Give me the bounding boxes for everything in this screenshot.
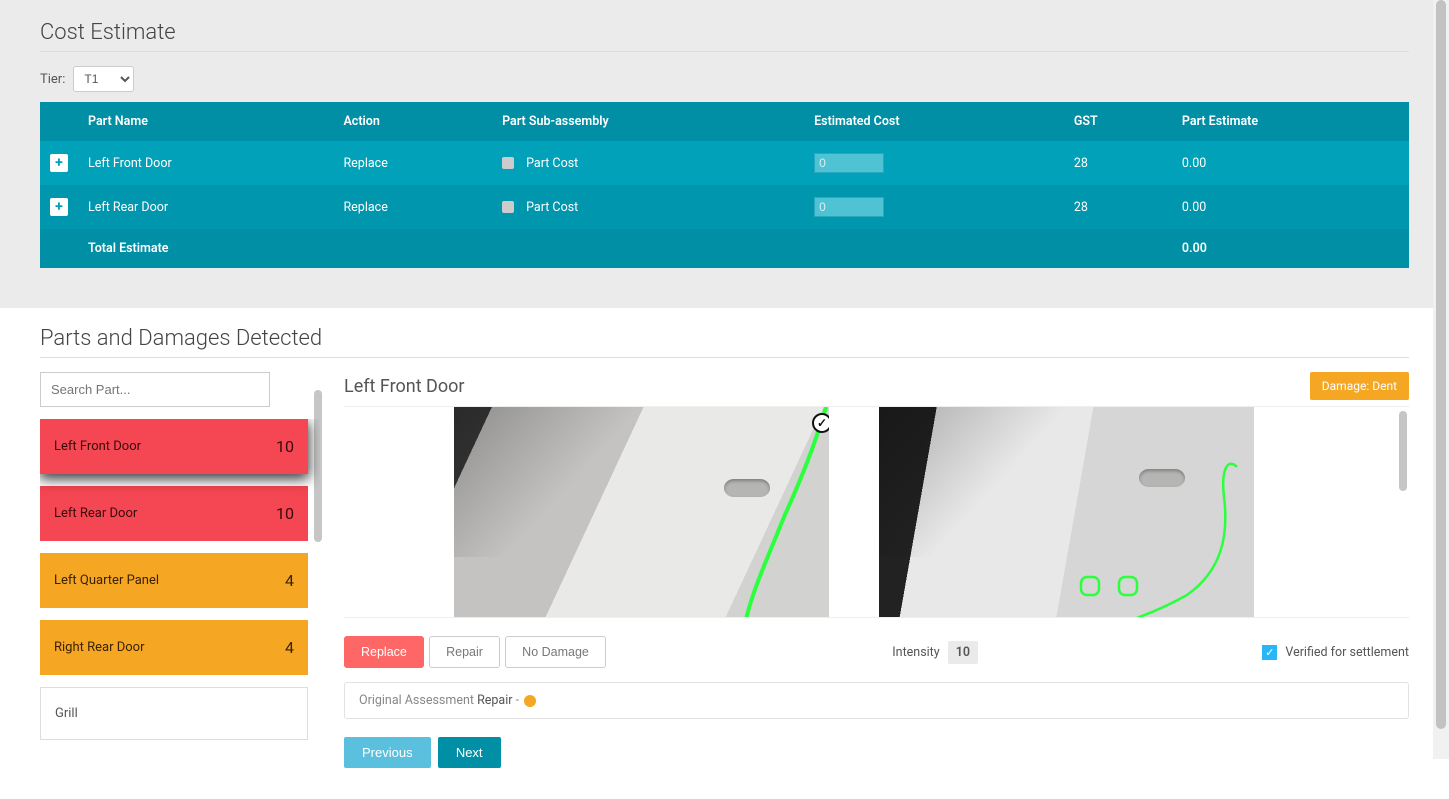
expand-button[interactable]: +	[50, 198, 68, 216]
assessment-box: Original Assessment Repair -	[344, 682, 1409, 719]
parts-title: Parts and Damages Detected	[40, 326, 1409, 351]
check-icon: ✓	[1262, 645, 1277, 660]
action-buttons: Replace Repair No Damage	[344, 636, 608, 668]
detail-panel: Left Front Door Damage: Dent ✓	[344, 372, 1409, 768]
intensity-value: 10	[948, 641, 978, 664]
col-sub: Part Sub-assembly	[492, 102, 804, 141]
estimated-cost-input[interactable]	[814, 153, 884, 173]
estimated-cost-input[interactable]	[814, 197, 884, 217]
part-card[interactable]: Left Front Door 10	[40, 419, 308, 474]
intensity-display: Intensity 10	[892, 641, 978, 664]
part-count: 4	[285, 638, 294, 657]
detail-title: Left Front Door	[344, 376, 465, 397]
page-scrollbar-track[interactable]	[1433, 0, 1449, 759]
table-row: + Left Front DoorReplacePart Cost 280.00	[40, 141, 1409, 185]
part-card[interactable]: Left Rear Door 10	[40, 486, 308, 541]
expand-button[interactable]: +	[50, 154, 68, 172]
checkbox-icon[interactable]	[502, 201, 514, 213]
cell-sub: Part Cost	[492, 185, 804, 229]
tier-row: Tier: T1	[40, 66, 1409, 92]
divider	[40, 357, 1409, 358]
col-est: Estimated Cost	[804, 102, 1064, 141]
part-name: Right Rear Door	[54, 640, 144, 655]
col-action: Action	[333, 102, 492, 141]
check-icon: ✓	[812, 413, 829, 433]
cost-estimate-section: Cost Estimate Tier: T1 Part Name Action …	[0, 0, 1449, 308]
part-count: 10	[276, 504, 294, 523]
part-card[interactable]: Right Rear Door 4	[40, 620, 308, 675]
previous-button[interactable]: Previous	[344, 737, 431, 768]
total-label: Total Estimate	[78, 229, 333, 268]
checkbox-icon[interactable]	[502, 157, 514, 169]
page-scrollbar-thumb[interactable]	[1436, 0, 1446, 729]
repair-button[interactable]: Repair	[429, 636, 500, 668]
severity-dot-icon	[524, 695, 536, 707]
part-name: Left Front Door	[54, 439, 141, 454]
tier-label: Tier:	[40, 72, 65, 87]
cell-gst: 28	[1064, 141, 1172, 185]
part-name: Left Quarter Panel	[54, 573, 159, 588]
col-gst: GST	[1064, 102, 1172, 141]
part-card[interactable]: Grill	[40, 687, 308, 740]
verified-checkbox[interactable]: ✓ Verified for settlement	[1262, 645, 1409, 660]
parts-section: Parts and Damages Detected Left Front Do…	[0, 308, 1449, 799]
total-row: Total Estimate 0.00	[40, 229, 1409, 268]
image-row: ✓	[344, 406, 1409, 618]
cell-part: Left Front Door	[78, 141, 333, 185]
sidebar-scrollbar[interactable]	[314, 390, 322, 542]
cell-gst: 28	[1064, 185, 1172, 229]
cell-sub: Part Cost	[492, 141, 804, 185]
cell-est	[804, 185, 1064, 229]
damage-badge: Damage: Dent	[1310, 372, 1409, 400]
intensity-label: Intensity	[892, 645, 939, 660]
replace-button[interactable]: Replace	[344, 636, 424, 668]
divider	[40, 51, 1409, 52]
part-count: 10	[276, 437, 294, 456]
total-value: 0.00	[1172, 229, 1409, 268]
col-part-est: Part Estimate	[1172, 102, 1409, 141]
cost-table: Part Name Action Part Sub-assembly Estim…	[40, 102, 1409, 268]
nav-buttons: Previous Next	[344, 737, 1409, 768]
part-name: Left Rear Door	[54, 506, 137, 521]
next-button[interactable]: Next	[438, 737, 501, 768]
assessment-suffix: -	[513, 693, 523, 708]
part-card[interactable]: Left Quarter Panel 4	[40, 553, 308, 608]
cell-action: Replace	[333, 141, 492, 185]
damage-image-2[interactable]	[879, 407, 1254, 618]
search-input[interactable]	[40, 372, 270, 407]
cost-estimate-title: Cost Estimate	[40, 20, 1409, 45]
part-name: Grill	[55, 706, 78, 721]
no-damage-button[interactable]: No Damage	[505, 636, 606, 668]
cell-est	[804, 141, 1064, 185]
cell-partest: 0.00	[1172, 185, 1409, 229]
cell-partest: 0.00	[1172, 141, 1409, 185]
col-part-name: Part Name	[78, 102, 333, 141]
cell-action: Replace	[333, 185, 492, 229]
verified-label: Verified for settlement	[1285, 645, 1409, 660]
tier-select[interactable]: T1	[73, 66, 134, 92]
assessment-value: Repair	[477, 693, 512, 708]
part-count: 4	[285, 571, 294, 590]
assessment-prefix: Original Assessment	[359, 693, 477, 708]
table-row: + Left Rear DoorReplacePart Cost 280.00	[40, 185, 1409, 229]
cell-part: Left Rear Door	[78, 185, 333, 229]
image-scrollbar[interactable]	[1399, 411, 1407, 491]
parts-sidebar: Left Front Door 10 Left Rear Door 10 Left Qu…	[40, 372, 320, 769]
damage-image-1[interactable]: ✓	[454, 407, 829, 618]
